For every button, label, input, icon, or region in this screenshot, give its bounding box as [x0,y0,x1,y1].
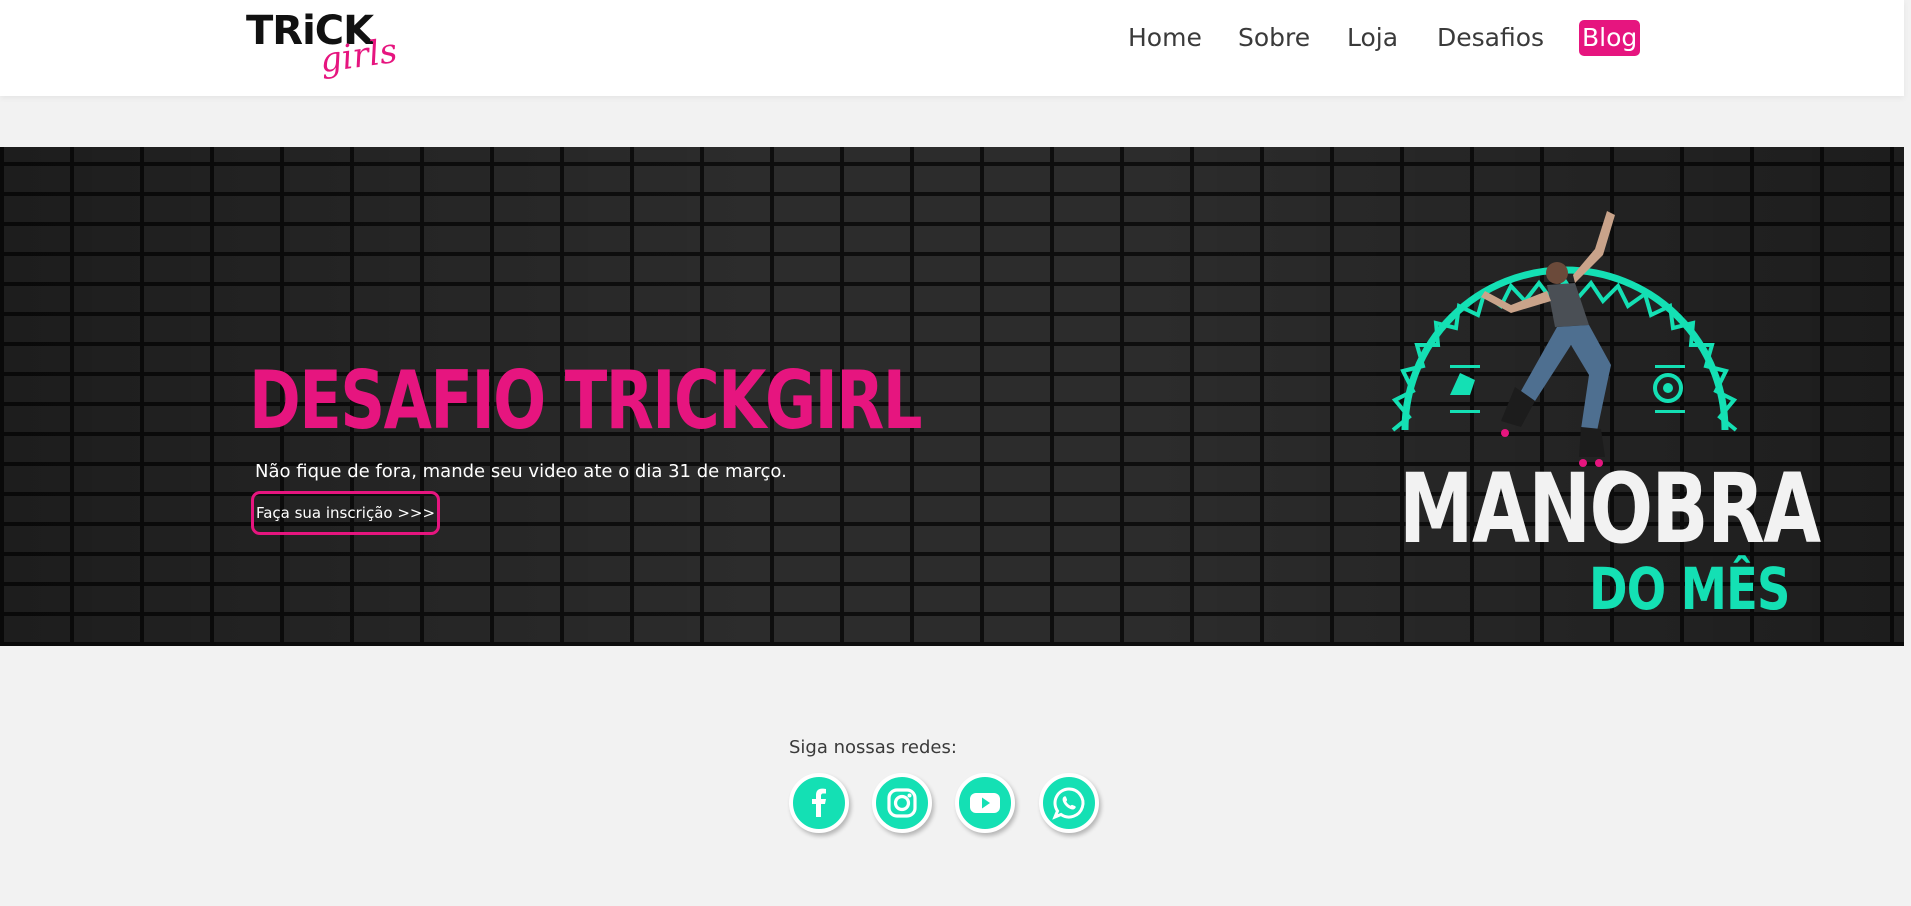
skater-arch-illustration [1391,211,1738,467]
social-label: Siga nossas redes: [789,737,957,758]
nav-desafios[interactable]: Desafios [1437,20,1544,56]
manobra-do-mes-graphic: MANOBRA DO MÊS [1375,195,1821,625]
instagram-icon [887,788,917,818]
hero-banner: DESAFIO TRICKGIRL Não fique de fora, man… [0,147,1904,646]
nav-sobre[interactable]: Sobre [1238,20,1310,56]
site-header: TRiCK girls Home Sobre Loja Desafios Blo… [0,0,1904,96]
manobra-text: MANOBRA [1399,453,1821,565]
youtube-link[interactable] [955,773,1015,833]
signup-button[interactable]: Faça sua inscrição >>> [251,491,440,535]
facebook-icon [812,788,826,817]
main-nav: Home Sobre Loja Desafios Blog [0,20,1904,56]
nav-home[interactable]: Home [1128,20,1202,56]
facebook-link[interactable] [789,773,849,833]
nav-blog[interactable]: Blog [1579,20,1641,56]
instagram-link[interactable] [872,773,932,833]
nav-loja[interactable]: Loja [1347,20,1398,56]
banner-subtitle: Não fique de fora, mande seu video ate o… [255,461,787,482]
youtube-icon [970,793,1000,813]
whatsapp-link[interactable] [1039,773,1099,833]
do-mes-text: DO MÊS [1589,555,1790,623]
banner-title: DESAFIO TRICKGIRL [249,354,923,447]
whatsapp-icon [1052,787,1085,820]
